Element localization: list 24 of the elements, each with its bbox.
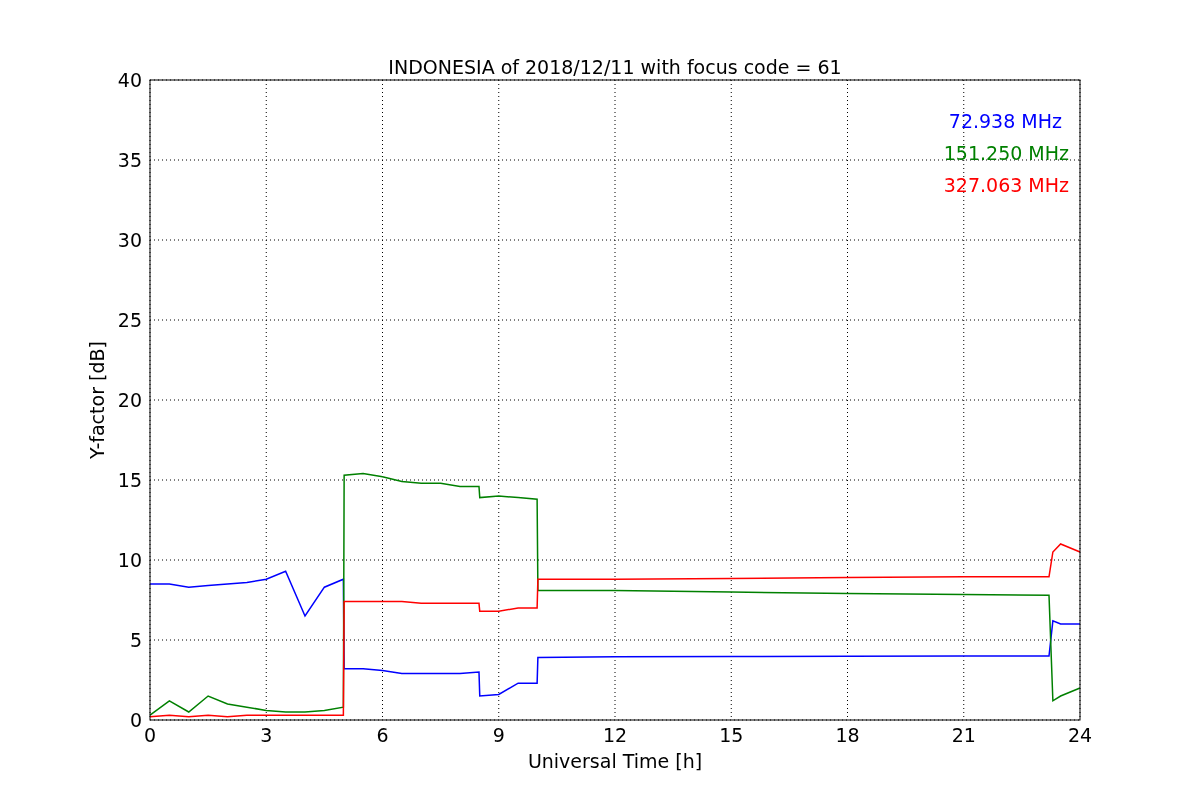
y-axis-label: Y-factor [dB]	[86, 341, 108, 459]
chart-title: INDONESIA of 2018/12/11 with focus code = 61	[388, 56, 842, 78]
y-tick-label: 40	[117, 69, 142, 91]
x-tick-label: 12	[602, 724, 628, 746]
x-tick-label: 21	[951, 724, 976, 746]
x-tick-label: 3	[260, 724, 273, 746]
x-tick-label: 18	[835, 724, 860, 746]
legend-label: 72.938 MHz	[948, 110, 1062, 132]
y-tick-label: 10	[117, 549, 142, 571]
y-tick-label: 15	[117, 469, 142, 491]
x-tick-label: 15	[719, 724, 744, 746]
x-tick-label: 9	[492, 724, 505, 746]
x-tick-label: 6	[376, 724, 389, 746]
x-tick-label: 0	[143, 724, 157, 746]
x-tick-label: 24	[1067, 724, 1093, 746]
y-tick-label: 0	[129, 709, 142, 731]
y-tick-label: 20	[117, 389, 142, 411]
y-tick-label: 30	[117, 229, 142, 251]
x-axis-label: Universal Time [h]	[527, 750, 703, 772]
legend-label: 151.250 MHz	[943, 142, 1069, 164]
y-tick-label: 25	[117, 309, 142, 331]
y-tick-label: 35	[117, 149, 142, 171]
y-tick-label: 5	[129, 629, 142, 651]
legend-label: 327.063 MHz	[943, 174, 1069, 196]
